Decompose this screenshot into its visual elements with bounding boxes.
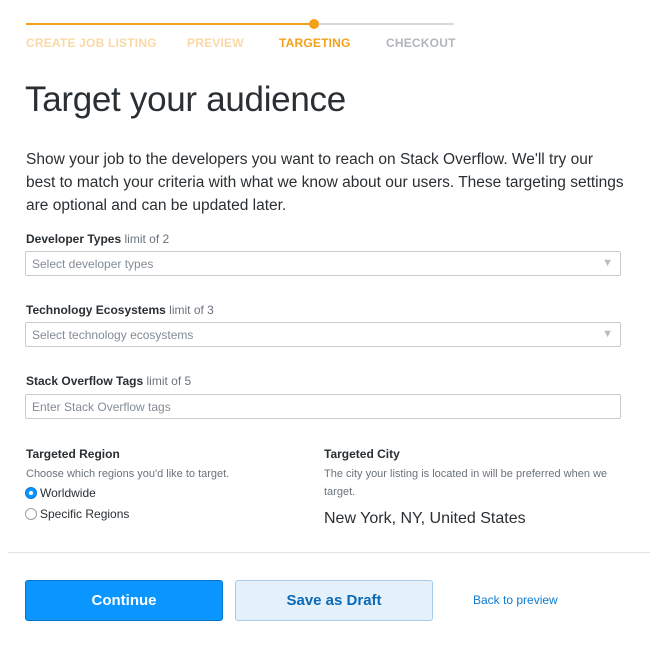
chevron-down-icon: ▼ [602,257,613,269]
radio-checked-icon[interactable] [25,487,37,499]
continue-button[interactable]: Continue [25,580,223,621]
developer-types-label: Developer Types limit of 2 [26,232,169,246]
radio-worldwide-label: Worldwide [40,486,96,500]
technology-ecosystems-select[interactable]: Select technology ecosystems ▼ [25,322,621,347]
technology-ecosystems-label-text: Technology Ecosystems [26,303,166,317]
step-targeting: TARGETING [279,36,351,50]
targeted-region-description: Choose which regions you'd like to targe… [26,468,230,480]
targeted-city-value: New York, NY, United States [324,510,526,527]
technology-ecosystems-placeholder: Select technology ecosystems [32,328,194,342]
radio-specific-regions-label: Specific Regions [40,507,130,521]
technology-ecosystems-limit: limit of 3 [169,303,214,317]
developer-types-placeholder: Select developer types [32,257,154,271]
tags-input[interactable] [25,394,621,419]
progress-stepper: CREATE JOB LISTING PREVIEW TARGETING CHE… [26,14,456,54]
page-intro: Show your job to the developers you want… [26,151,624,214]
tags-label-text: Stack Overflow Tags [26,374,144,388]
tags-limit: limit of 5 [146,374,192,388]
step-preview[interactable]: PREVIEW [187,36,244,50]
tags-label: Stack Overflow Tags limit of 5 [26,374,191,388]
save-as-draft-button[interactable]: Save as Draft [235,580,433,621]
chevron-down-icon: ▼ [602,328,613,340]
page-title: Target your audience [25,80,346,119]
targeted-region-title: Targeted Region [26,447,120,461]
developer-types-limit: limit of 2 [124,232,170,246]
developer-types-select[interactable]: Select developer types ▼ [25,251,621,276]
targeted-city-title: Targeted City [324,447,400,461]
developer-types-label-text: Developer Types [26,232,122,246]
radio-worldwide[interactable]: Worldwide [25,486,96,500]
technology-ecosystems-label: Technology Ecosystems limit of 3 [26,303,214,317]
targeted-city-description: The city your listing is located in will… [324,468,608,498]
step-create-job-listing[interactable]: CREATE JOB LISTING [26,36,157,50]
progress-track-fill [26,23,315,25]
divider [8,552,650,553]
radio-specific-regions[interactable]: Specific Regions [25,507,129,521]
step-checkout: CHECKOUT [386,36,456,50]
radio-unchecked-icon[interactable] [25,508,37,520]
current-step-dot [309,19,319,29]
back-to-preview-link[interactable]: Back to preview [473,593,558,607]
